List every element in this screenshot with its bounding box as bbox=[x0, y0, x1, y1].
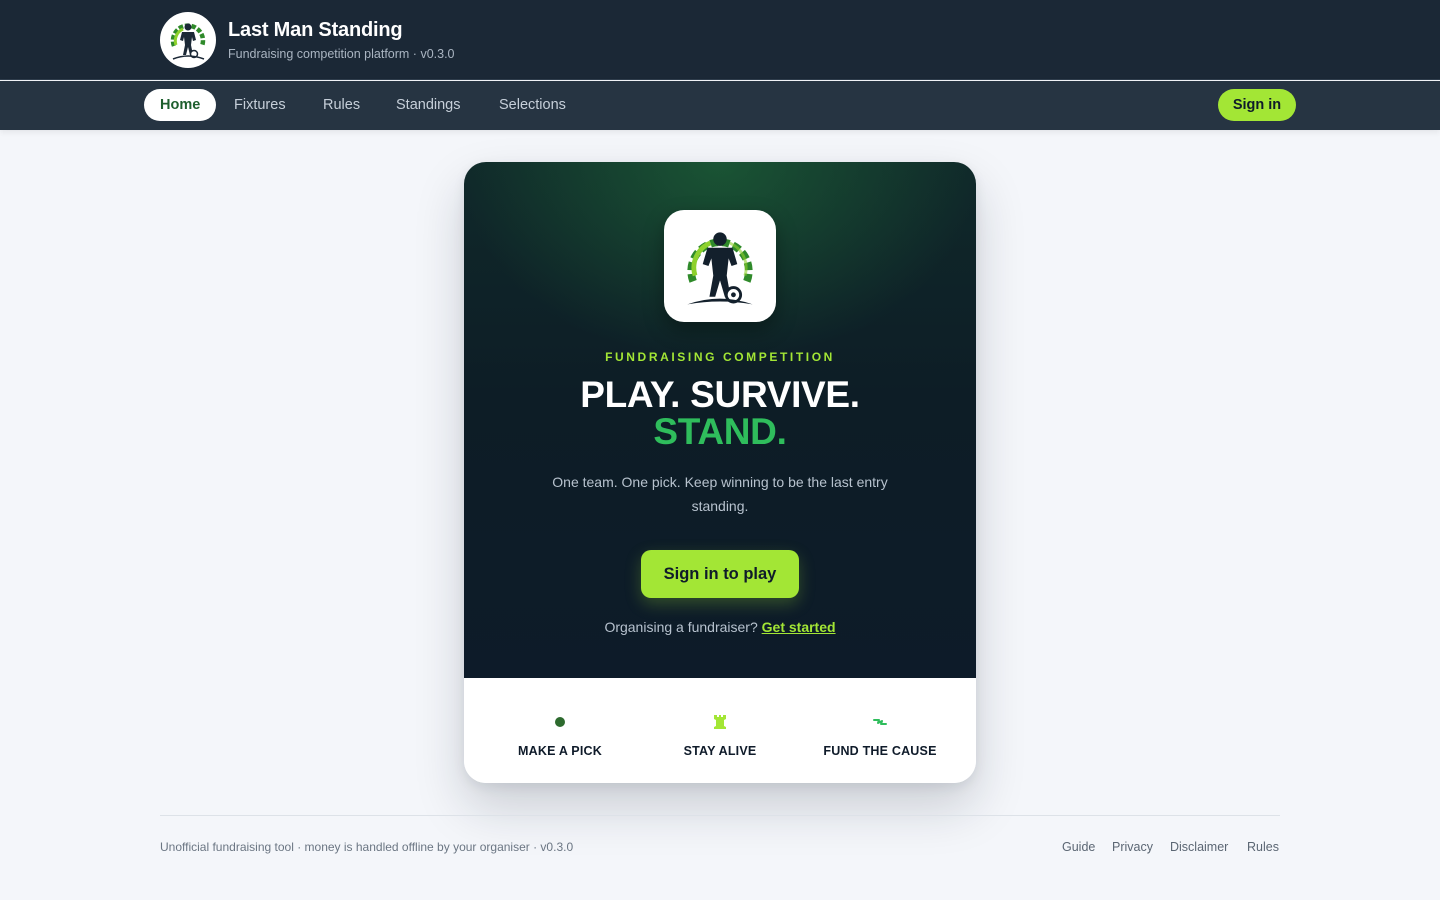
nav-item-home[interactable]: Home bbox=[144, 89, 217, 121]
headline-accent: STAND. bbox=[653, 411, 787, 452]
organiser-prompt-text: Organising a fundraiser? bbox=[604, 619, 758, 635]
feature-label: FUND THE CAUSE bbox=[823, 744, 937, 758]
footer-link-rules[interactable]: Rules bbox=[1247, 840, 1279, 854]
footer-link-guide[interactable]: Guide bbox=[1062, 840, 1095, 854]
hero-section: FUNDRAISING COMPETITION PLAY. SURVIVE. S… bbox=[464, 162, 976, 678]
lightning-icon bbox=[795, 712, 965, 732]
rook-icon bbox=[635, 712, 805, 732]
app-subtitle: Fundraising competition platform · v0.3.… bbox=[228, 47, 455, 61]
feature-fund-the-cause: FUND THE CAUSE bbox=[795, 712, 965, 758]
feature-label: STAY ALIVE bbox=[683, 744, 757, 758]
hero-card: FUNDRAISING COMPETITION PLAY. SURVIVE. S… bbox=[464, 162, 976, 783]
eyebrow-label: FUNDRAISING COMPETITION bbox=[605, 350, 835, 364]
footballer-logo-icon[interactable] bbox=[160, 12, 216, 68]
tagline: One team. One pick. Keep winning to be t… bbox=[552, 474, 888, 514]
headline: PLAY. SURVIVE. bbox=[580, 374, 860, 415]
footer-divider bbox=[160, 815, 1280, 816]
feature-label: MAKE A PICK bbox=[518, 744, 602, 758]
feature-stay-alive: STAY ALIVE bbox=[635, 712, 805, 758]
organiser-prompt: Organising a fundraiser? Get started bbox=[464, 619, 976, 635]
dot-icon bbox=[475, 712, 645, 732]
sign-in-to-play-button[interactable]: Sign in to play bbox=[641, 550, 799, 598]
nav-item-standings[interactable]: Standings bbox=[380, 89, 477, 121]
sign-in-button[interactable]: Sign in bbox=[1218, 89, 1296, 121]
features-row: MAKE A PICK STAY ALIVE FUND THE CAUSE bbox=[464, 678, 976, 783]
get-started-link[interactable]: Get started bbox=[762, 619, 836, 635]
footer-disclaimer-text: Unofficial fundraising tool · money is h… bbox=[160, 840, 574, 854]
app-header: Last Man Standing Fundraising competitio… bbox=[0, 0, 1440, 80]
footer-link-privacy[interactable]: Privacy bbox=[1112, 840, 1153, 854]
footballer-logo-icon bbox=[664, 210, 776, 322]
nav-item-selections[interactable]: Selections bbox=[483, 89, 582, 121]
main-nav: Home Fixtures Rules Standings Selections… bbox=[0, 81, 1440, 130]
feature-make-a-pick: MAKE A PICK bbox=[475, 712, 645, 758]
nav-item-rules[interactable]: Rules bbox=[307, 89, 376, 121]
app-title: Last Man Standing bbox=[228, 19, 403, 41]
nav-item-fixtures[interactable]: Fixtures bbox=[218, 89, 302, 121]
footer-link-disclaimer[interactable]: Disclaimer bbox=[1170, 840, 1228, 854]
